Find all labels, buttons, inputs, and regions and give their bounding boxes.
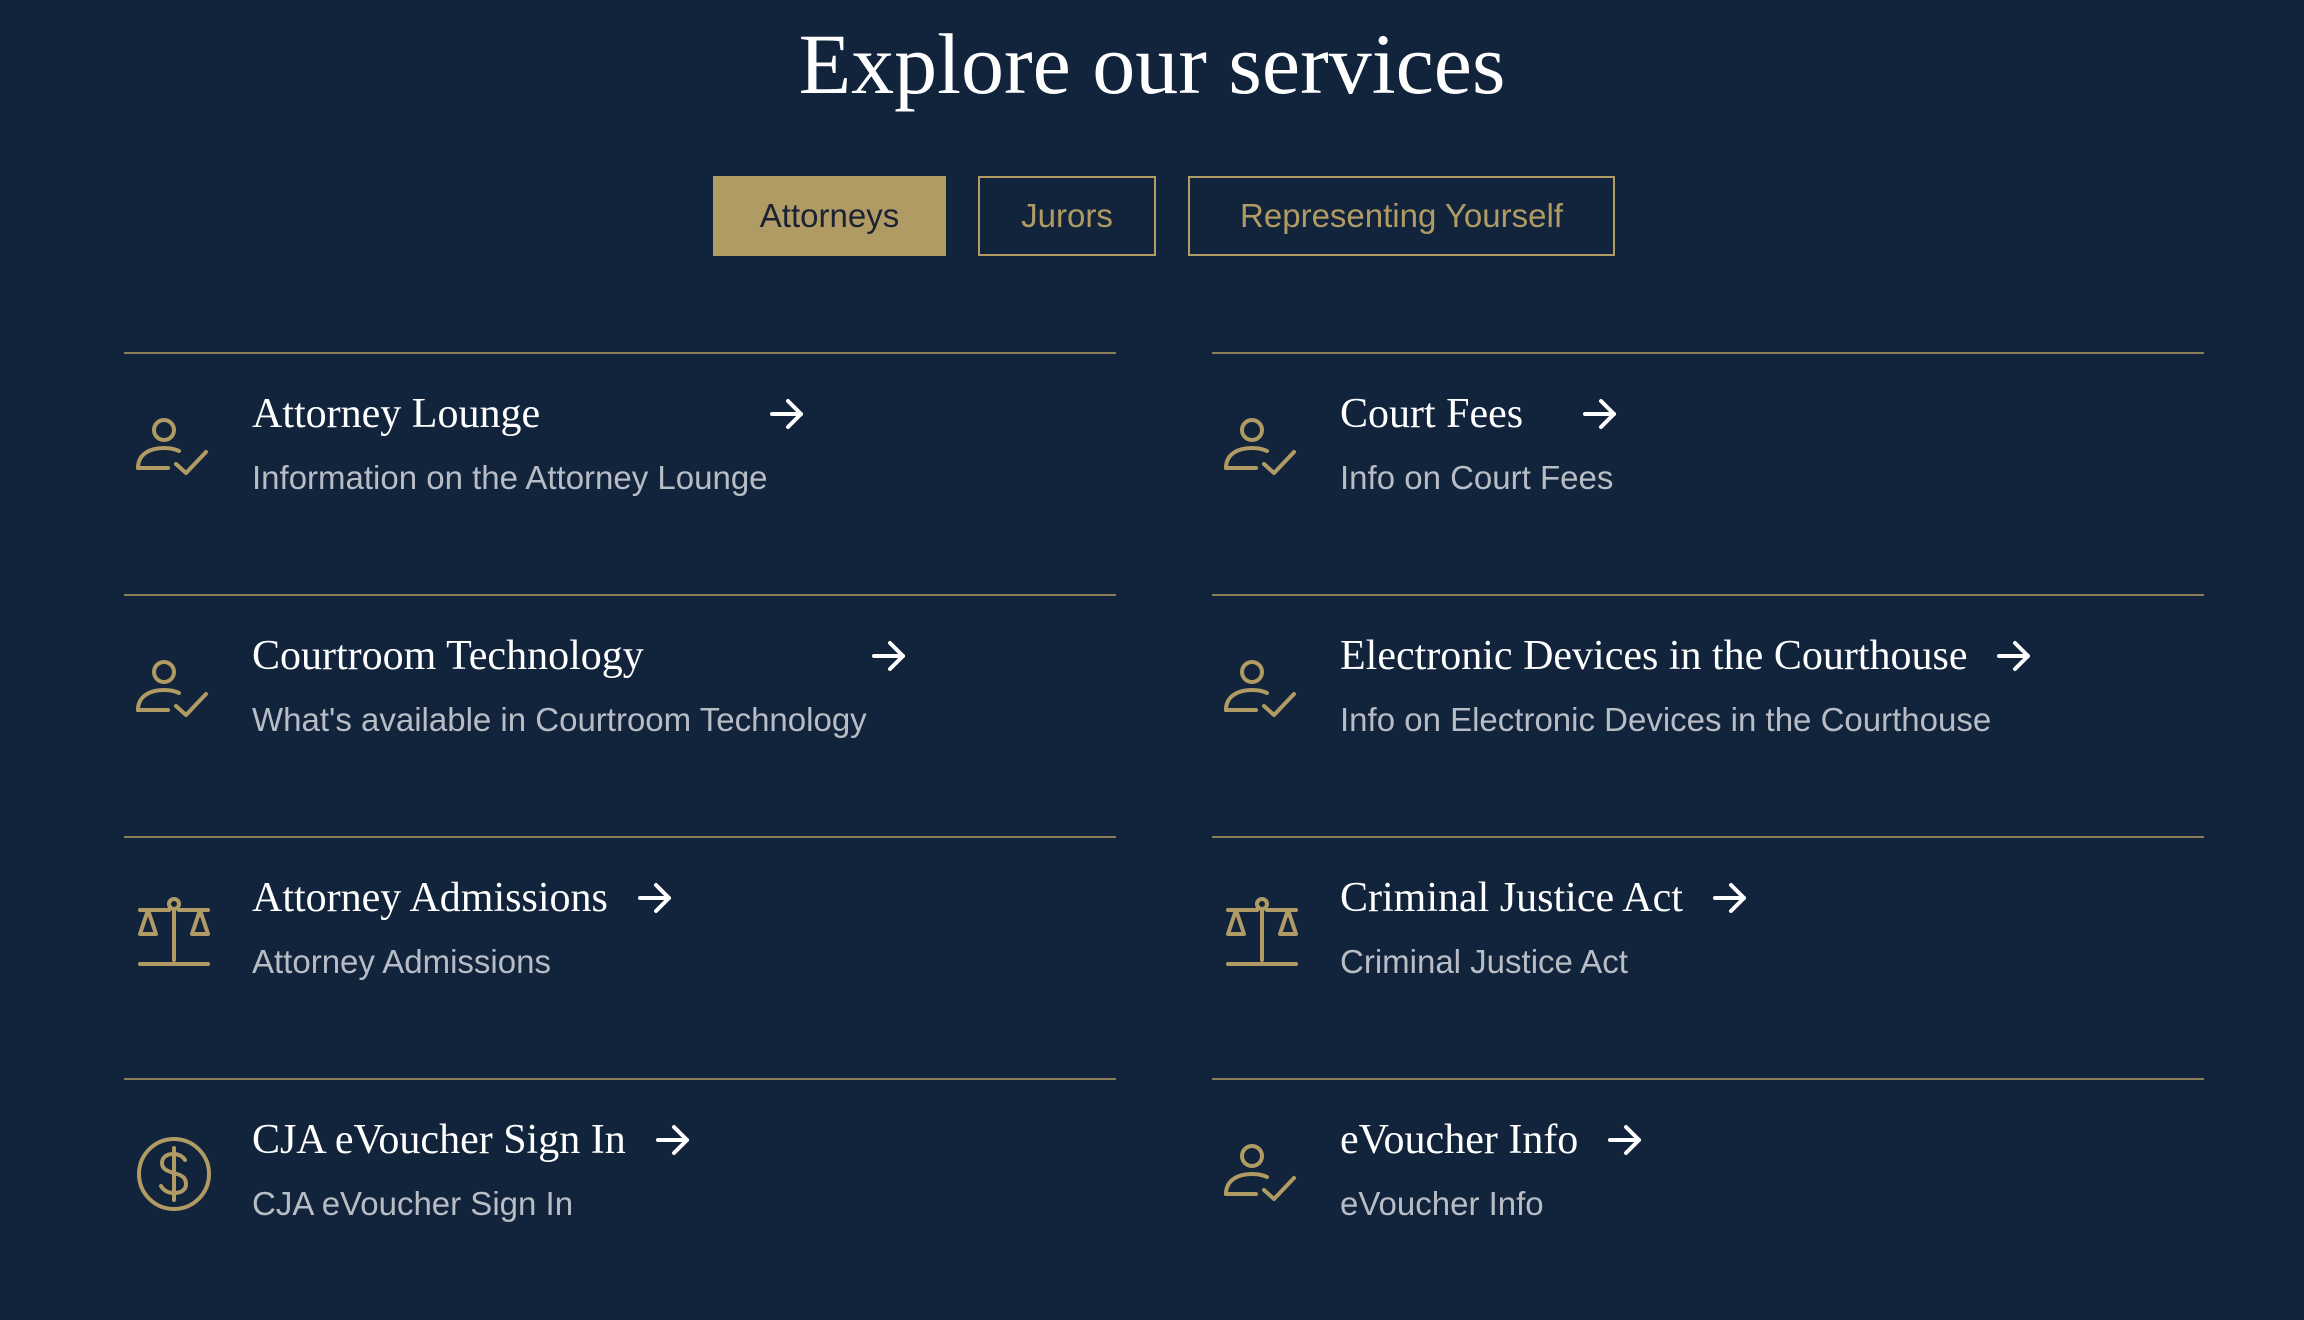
arrow-right-icon [1606,1121,1644,1159]
service-description: CJA eVoucher Sign In [252,1185,574,1222]
scales-icon [132,890,216,974]
audience-tabs: Attorneys Jurors Representing Yourself [0,176,2304,256]
service-title: Criminal Justice Act [1340,875,1683,921]
service-title: eVoucher Info [1340,1117,1579,1163]
service-title: CJA eVoucher Sign In [252,1117,626,1163]
person-check-icon [1220,406,1304,490]
service-title: Attorney Admissions [252,875,608,921]
arrow-right-icon [768,395,806,433]
service-card-evoucher-info[interactable]: eVoucher Info eVoucher Info [1212,1078,2204,1320]
service-description: Criminal Justice Act [1340,943,1628,980]
page-title: Explore our services [798,16,1506,112]
person-check-icon [132,406,216,490]
service-title: Electronic Devices in the Courthouse [1340,633,1968,679]
service-description: Attorney Admissions [252,943,551,980]
service-description: eVoucher Info [1340,1185,1544,1222]
service-title: Courtroom Technology [252,633,644,679]
service-card-criminal-justice-act[interactable]: Criminal Justice Act Criminal Justice Ac… [1212,836,2204,1078]
service-card-courtroom-technology[interactable]: Courtroom Technology What's available in… [124,594,1116,836]
service-card-court-fees[interactable]: Court Fees Info on Court Fees [1212,352,2204,594]
service-card-attorney-lounge[interactable]: Attorney Lounge Information on the Attor… [124,352,1116,594]
arrow-right-icon [1995,637,2033,675]
service-description: Info on Electronic Devices in the Courth… [1340,701,1992,738]
person-check-icon [132,648,216,732]
service-description: Info on Court Fees [1340,459,1614,496]
service-card-electronic-devices[interactable]: Electronic Devices in the Courthouse Inf… [1212,594,2204,836]
person-check-icon [1220,1132,1304,1216]
tab-attorneys[interactable]: Attorneys [713,176,946,256]
service-description: What's available in Courtroom Technology [252,701,867,738]
arrow-right-icon [1581,395,1619,433]
arrow-right-icon [636,879,674,917]
dollar-circle-icon [132,1132,216,1216]
scales-icon [1220,890,1304,974]
service-title: Court Fees [1340,391,1524,437]
tab-representing-yourself[interactable]: Representing Yourself [1188,176,1615,256]
arrow-right-icon [654,1121,692,1159]
service-card-cja-evoucher-sign-in[interactable]: CJA eVoucher Sign In CJA eVoucher Sign I… [124,1078,1116,1320]
service-card-attorney-admissions[interactable]: Attorney Admissions Attorney Admissions [124,836,1116,1078]
tab-jurors[interactable]: Jurors [978,176,1156,256]
arrow-right-icon [870,637,908,675]
service-title: Attorney Lounge [252,391,541,437]
service-description: Information on the Attorney Lounge [252,459,768,496]
arrow-right-icon [1711,879,1749,917]
person-check-icon [1220,648,1304,732]
